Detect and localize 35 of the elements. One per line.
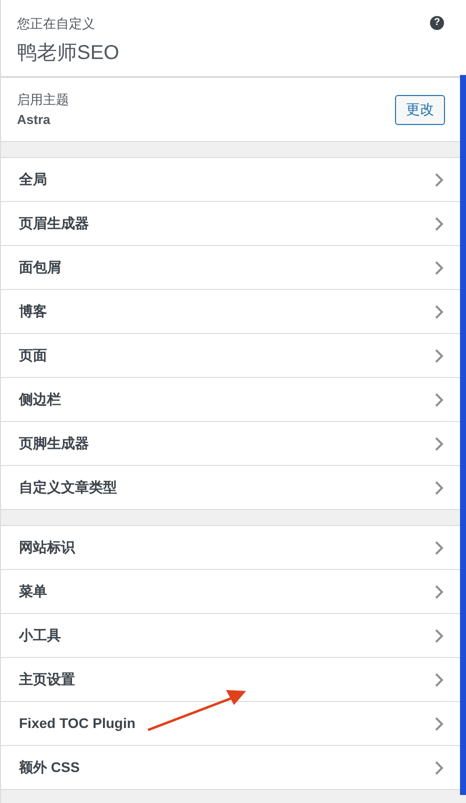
change-theme-button[interactable]: 更改: [395, 94, 445, 124]
chevron-right-icon: [434, 672, 444, 688]
menu-item[interactable]: 主页设置: [1, 658, 460, 702]
menu-item[interactable]: 页脚生成器: [1, 422, 460, 466]
chevron-right-icon: [434, 392, 444, 408]
chevron-right-icon: [434, 584, 444, 600]
menu-item[interactable]: 博客: [1, 290, 460, 334]
chevron-right-icon: [434, 216, 444, 232]
menu-item[interactable]: 页面: [1, 334, 460, 378]
scrollbar[interactable]: [460, 75, 466, 795]
chevron-right-icon: [434, 260, 444, 276]
chevron-right-icon: [434, 172, 444, 188]
chevron-right-icon: [434, 628, 444, 644]
chevron-right-icon: [434, 540, 444, 556]
chevron-right-icon: [434, 480, 444, 496]
help-button[interactable]: ?: [430, 16, 444, 30]
chevron-right-icon: [434, 716, 444, 732]
menu-item[interactable]: 页眉生成器: [1, 202, 460, 246]
chevron-right-icon: [434, 760, 444, 776]
menu-item[interactable]: 自定义文章类型: [1, 466, 460, 510]
active-theme-label: 启用主题: [17, 91, 69, 109]
menu-item[interactable]: 全局: [1, 158, 460, 202]
menu-item[interactable]: 面包屑: [1, 246, 460, 290]
menu-item[interactable]: 菜单: [1, 570, 460, 614]
site-title: 鸭老师SEO: [17, 40, 120, 66]
menu-item[interactable]: 网站标识: [1, 526, 460, 570]
customizing-label: 您正在自定义: [17, 15, 96, 33]
menu-item[interactable]: 侧边栏: [1, 378, 460, 422]
chevron-right-icon: [434, 348, 444, 364]
menu-item[interactable]: Fixed TOC Plugin: [1, 702, 460, 746]
chevron-right-icon: [434, 436, 444, 452]
theme-name: Astra: [17, 110, 52, 128]
menu-item[interactable]: 额外 CSS: [1, 746, 460, 790]
menu-item[interactable]: 小工具: [1, 614, 460, 658]
chevron-right-icon: [434, 304, 444, 320]
